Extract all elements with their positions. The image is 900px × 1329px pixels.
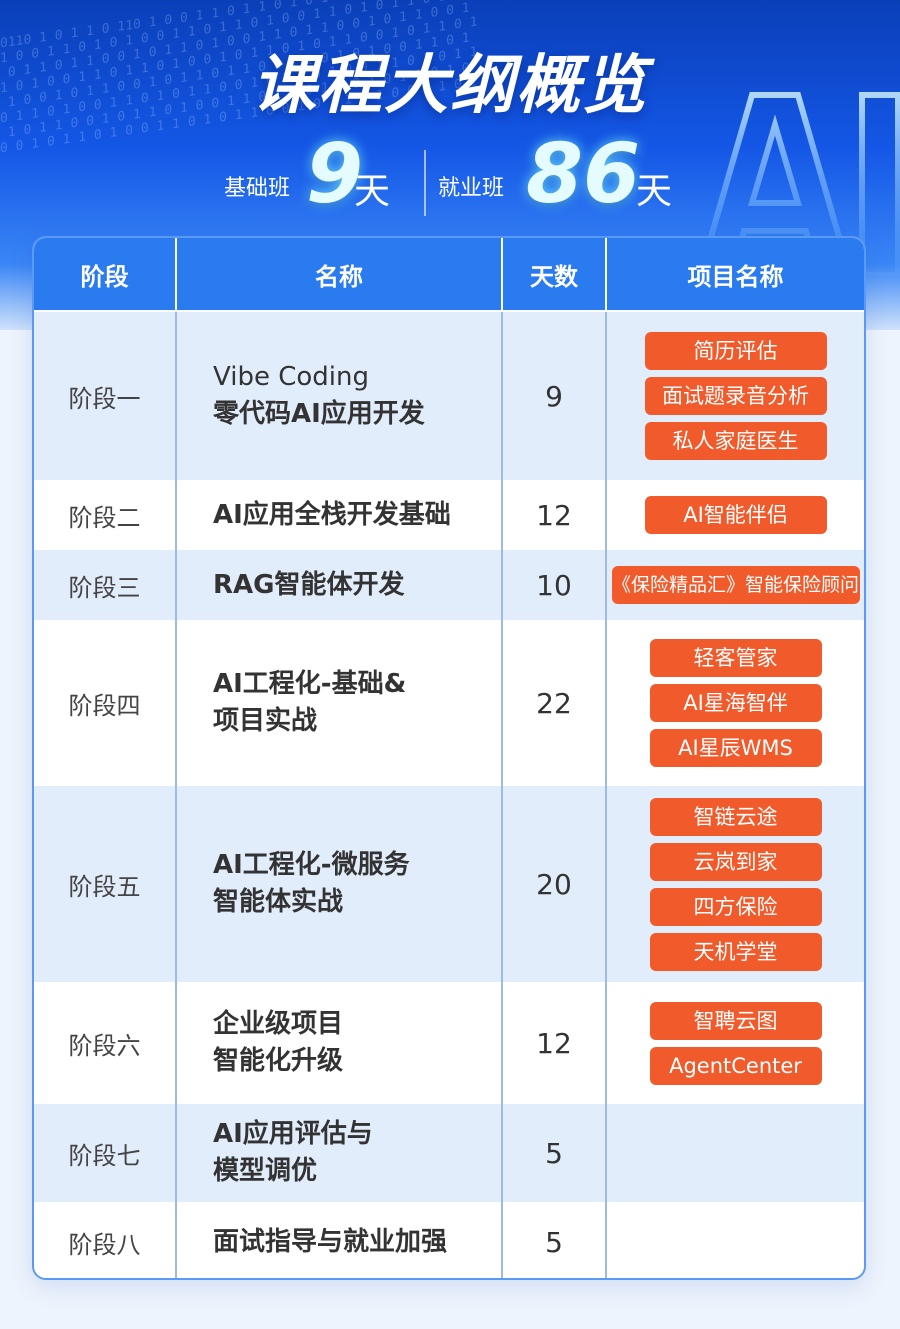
stage-cell: 阶段八 xyxy=(34,1202,177,1278)
stage-cell: 阶段六 xyxy=(34,982,177,1103)
curriculum-table: 阶段 名称 天数 项目名称 阶段一 Vibe Coding 零代码AI应用开发 … xyxy=(34,238,864,1278)
project-tag: 云岚到家 xyxy=(649,842,822,881)
projects-cell xyxy=(606,1202,864,1278)
projects-cell: 智链云途 云岚到家 四方保险 天机学堂 xyxy=(606,784,864,983)
table-row: 阶段五 AI工程化-微服务 智能体实战 20 智链云途 云岚到家 四方保险 天机… xyxy=(34,784,864,983)
col-header-name: 名称 xyxy=(176,238,503,311)
project-tag: 四方保险 xyxy=(649,887,822,926)
curriculum-table-card: 阶段 名称 天数 项目名称 阶段一 Vibe Coding 零代码AI应用开发 … xyxy=(32,236,866,1280)
stage-cell: 阶段四 xyxy=(34,620,177,785)
course-name-cell: 面试指导与就业加强 xyxy=(176,1202,503,1278)
course-name-line: 项目实战 xyxy=(213,706,318,736)
employment-class-label: 就业班 xyxy=(438,176,505,201)
days-cell: 12 xyxy=(502,982,607,1103)
table-row: 阶段六 企业级项目 智能化升级 12 智聘云图 AgentCenter xyxy=(34,982,864,1103)
stage-cell: 阶段二 xyxy=(34,480,177,549)
project-tag: 《保险精品汇》智能保险顾问 xyxy=(611,566,860,604)
stage-cell: 阶段三 xyxy=(34,548,177,621)
col-header-projects: 项目名称 xyxy=(606,238,864,311)
course-name-line: 面试指导与就业加强 xyxy=(213,1227,448,1257)
stage-cell: 阶段五 xyxy=(34,784,177,983)
days-cell: 20 xyxy=(502,784,607,983)
table-row: 阶段八 面试指导与就业加强 5 xyxy=(34,1202,864,1278)
course-name-line: 零代码AI应用开发 xyxy=(213,399,425,429)
course-name-cell: AI应用评估与 模型调优 xyxy=(176,1102,503,1203)
page-title: 课程大纲概览 xyxy=(252,49,648,123)
course-name-line: AI应用全栈开发基础 xyxy=(213,499,451,530)
course-name-line: AI工程化-基础& xyxy=(213,669,407,699)
days-cell: 22 xyxy=(502,620,607,785)
course-name-line: Vibe Coding xyxy=(213,362,369,392)
days-cell: 10 xyxy=(502,548,607,621)
project-tag: 智聘云图 xyxy=(649,1001,822,1040)
days-cell: 9 xyxy=(502,310,607,481)
project-tag: AI星海智伴 xyxy=(649,684,822,722)
table-header-row: 阶段 名称 天数 项目名称 xyxy=(34,238,864,311)
course-name-cell: AI工程化-微服务 智能体实战 xyxy=(176,784,503,983)
class-duration-summary: 基础班 9 天 就业班 86 天 xyxy=(0,127,900,222)
course-name-cell: Vibe Coding 零代码AI应用开发 xyxy=(176,310,503,481)
projects-cell: AI智能伴侣 xyxy=(606,480,864,549)
course-name-cell: RAG智能体开发 xyxy=(176,548,503,621)
days-cell: 5 xyxy=(502,1102,607,1203)
course-name-cell: 企业级项目 智能化升级 xyxy=(176,982,503,1103)
table-row: 阶段三 RAG智能体开发 10 《保险精品汇》智能保险顾问 xyxy=(34,548,864,621)
table-row: 阶段一 Vibe Coding 零代码AI应用开发 9 简历评估 面试题录音分析… xyxy=(34,310,864,481)
project-tag: AI星辰WMS xyxy=(649,729,822,767)
course-name-line: 模型调优 xyxy=(213,1156,318,1186)
table-row: 阶段四 AI工程化-基础& 项目实战 22 轻客管家 AI星海智伴 AI星辰WM… xyxy=(34,620,864,785)
course-name-line: 企业级项目 xyxy=(213,1009,344,1039)
projects-cell: 简历评估 面试题录音分析 私人家庭医生 xyxy=(606,310,864,481)
basic-class-unit: 天 xyxy=(354,171,391,212)
project-tag: 轻客管家 xyxy=(649,639,822,677)
basic-class-duration: 基础班 9 天 xyxy=(224,127,414,222)
course-name-line: 智能化升级 xyxy=(213,1046,344,1076)
employment-class-days: 86 xyxy=(526,127,641,222)
project-tag: AgentCenter xyxy=(649,1046,822,1085)
course-name-line: 智能体实战 xyxy=(213,887,344,917)
project-tag: AI智能伴侣 xyxy=(644,496,827,534)
days-cell: 5 xyxy=(502,1202,607,1278)
employment-class-duration: 就业班 86 天 xyxy=(438,127,688,222)
col-header-stage: 阶段 xyxy=(34,238,177,311)
days-cell: 12 xyxy=(502,480,607,549)
projects-cell: 《保险精品汇》智能保险顾问 xyxy=(606,548,864,621)
course-name-line: RAG智能体开发 xyxy=(213,569,405,600)
project-tag: 简历评估 xyxy=(644,332,827,370)
col-header-days: 天数 xyxy=(502,238,607,311)
project-tag: 面试题录音分析 xyxy=(644,377,827,415)
project-tag: 智链云途 xyxy=(649,797,822,836)
projects-cell: 轻客管家 AI星海智伴 AI星辰WMS xyxy=(606,620,864,785)
project-tag: 私人家庭医生 xyxy=(644,422,827,460)
course-name-line: AI工程化-微服务 xyxy=(213,850,410,880)
projects-cell xyxy=(606,1102,864,1203)
table-row: 阶段七 AI应用评估与 模型调优 5 xyxy=(34,1102,864,1203)
table-row: 阶段二 AI应用全栈开发基础 12 AI智能伴侣 xyxy=(34,480,864,549)
project-tag: 天机学堂 xyxy=(649,932,822,971)
projects-cell: 智聘云图 AgentCenter xyxy=(606,982,864,1103)
employment-class-unit: 天 xyxy=(636,171,673,212)
stage-cell: 阶段七 xyxy=(34,1102,177,1203)
summary-divider xyxy=(424,150,426,216)
course-name-cell: AI工程化-基础& 项目实战 xyxy=(176,620,503,785)
course-name-line: AI应用评估与 xyxy=(213,1119,373,1149)
stage-cell: 阶段一 xyxy=(34,310,177,481)
basic-class-label: 基础班 xyxy=(224,176,291,201)
course-name-cell: AI应用全栈开发基础 xyxy=(176,480,503,549)
